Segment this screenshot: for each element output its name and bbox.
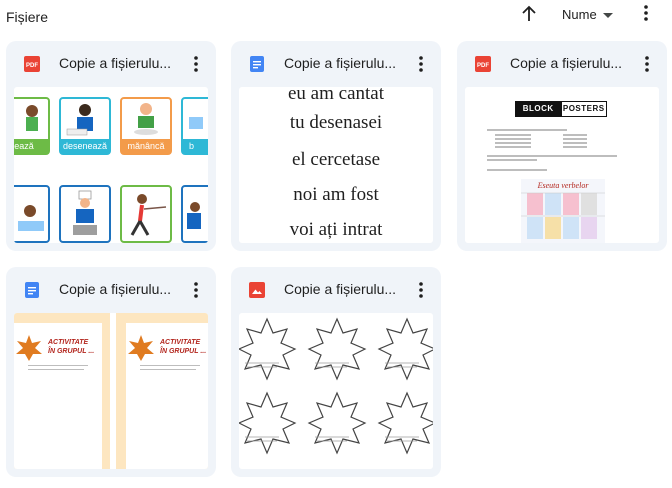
picture-card: ează — [14, 97, 50, 155]
file-title[interactable]: Copie a fișierulu... — [284, 281, 406, 297]
sort-direction-arrow-icon[interactable] — [519, 4, 539, 24]
file-thumbnail: ează desenează mănâncă b — [14, 87, 208, 243]
files-section-header: Fișiere Nume — [0, 0, 672, 36]
text-line — [563, 134, 587, 136]
maple-leaf-outlines — [239, 318, 433, 454]
file-thumbnail: eu am cantat tu desenasei el cercetase n… — [239, 87, 433, 243]
pdf-icon: PDF — [475, 56, 491, 72]
thumbnail-text-line: noi am fost — [293, 184, 379, 205]
picture-caption: mănâncă — [122, 139, 170, 153]
file-thumbnail: ACTIVITATE ÎN GRUPUL ... ACTIVITATE ÎN G… — [14, 313, 208, 469]
text-line — [563, 138, 587, 140]
text-line — [140, 365, 200, 366]
more-options-icon[interactable] — [639, 54, 655, 74]
text-line — [495, 138, 531, 140]
text-line — [487, 159, 537, 161]
picture-card: mănâncă — [120, 97, 172, 155]
text-line — [487, 169, 547, 171]
file-title[interactable]: Copie a fișierulu... — [59, 281, 181, 297]
file-card[interactable]: PDF Copie a fișierulu... BLOCK POSTERS E… — [457, 41, 667, 251]
file-thumbnail — [239, 313, 433, 469]
text-line — [28, 369, 84, 370]
pdf-icon: PDF — [24, 56, 40, 72]
picture-caption: ează — [14, 139, 48, 153]
image-icon — [249, 282, 265, 298]
text-line — [28, 365, 88, 366]
thumbnail-text-line: el cercetase — [291, 149, 381, 170]
file-title[interactable]: Copie a fișierulu... — [59, 55, 181, 71]
activity-page: ACTIVITATE ÎN GRUPUL ... — [126, 323, 208, 469]
picture-caption: desenează — [61, 139, 109, 153]
doc-icon — [249, 56, 265, 72]
activity-sheet: ACTIVITATE ÎN GRUPUL ... — [116, 313, 208, 469]
thumbnail-text-line: tu desenasei — [289, 112, 383, 133]
thumbnail-text-line: eu am cantat — [287, 87, 384, 104]
picture-caption: b — [183, 139, 208, 153]
picture-card: b — [181, 97, 208, 155]
text-line — [563, 142, 587, 144]
picture-card — [181, 185, 208, 243]
chevron-down-icon — [602, 13, 613, 18]
autumn-leaf-icon — [16, 335, 42, 361]
poster-preview: Eseuta verbelor — [521, 179, 605, 243]
more-options-icon[interactable] — [638, 3, 654, 23]
file-title[interactable]: Copie a fișierulu... — [510, 55, 632, 71]
picture-card — [120, 185, 172, 243]
text-line — [140, 369, 196, 370]
picture-card — [59, 185, 111, 243]
file-title[interactable]: Copie a fișierulu... — [284, 55, 406, 71]
autumn-leaf-icon — [128, 335, 154, 361]
text-line — [563, 146, 587, 148]
file-card[interactable]: Copie a fișierulu... eu am cantat tu des… — [231, 41, 441, 251]
file-card[interactable]: Copie a fișierulu... — [231, 267, 441, 477]
text-line — [487, 155, 617, 157]
file-card[interactable]: Copie a fișierulu... ACTIVITATE ÎN GRUPU… — [6, 267, 216, 477]
doc-icon — [24, 282, 40, 298]
sort-by-label: Nume — [562, 7, 597, 22]
more-options-icon[interactable] — [413, 54, 429, 74]
more-options-icon[interactable] — [188, 280, 204, 300]
sort-by-button[interactable]: Nume — [562, 7, 613, 22]
activity-page: ACTIVITATE ÎN GRUPUL ... — [14, 323, 102, 469]
text-line — [487, 129, 567, 131]
svg-text:PDF: PDF — [477, 63, 489, 69]
file-card[interactable]: PDF Copie a fișierulu... ează desenează … — [6, 41, 216, 251]
section-title: Fișiere — [6, 9, 49, 25]
file-thumbnail: BLOCK POSTERS Eseuta verbelor — [465, 87, 659, 243]
block-posters-logo: BLOCK POSTERS — [515, 101, 607, 117]
text-line — [495, 142, 531, 144]
thumbnail-text-line: voi ați intrat — [289, 219, 383, 240]
text-line — [495, 146, 531, 148]
svg-text:PDF: PDF — [26, 63, 38, 69]
text-line — [495, 134, 531, 136]
activity-sheet: ACTIVITATE ÎN GRUPUL ... — [14, 313, 110, 469]
picture-card — [14, 185, 50, 243]
picture-card: desenează — [59, 97, 111, 155]
more-options-icon[interactable] — [188, 54, 204, 74]
more-options-icon[interactable] — [413, 280, 429, 300]
